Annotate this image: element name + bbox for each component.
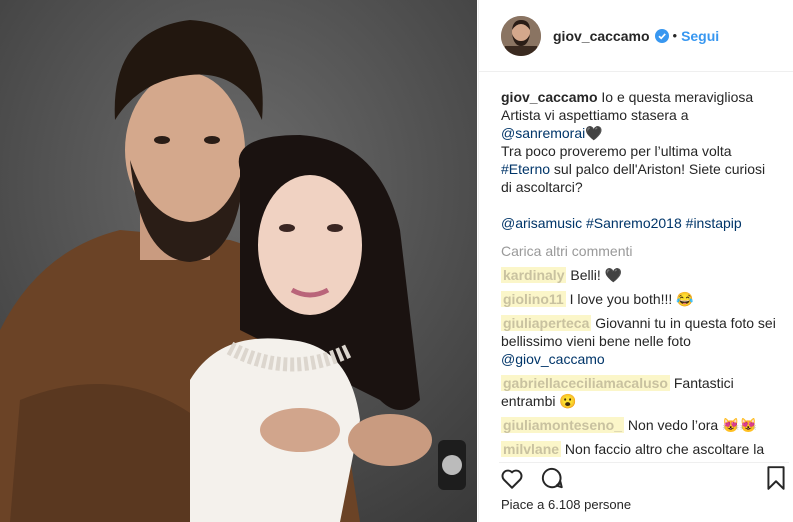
action-bar bbox=[499, 462, 789, 493]
load-more-comments-button[interactable]: Carica altri commenti bbox=[501, 242, 784, 260]
mention-link[interactable]: @sanremorai bbox=[501, 125, 585, 141]
separator-dot: • bbox=[672, 28, 678, 43]
avatar[interactable] bbox=[501, 15, 541, 56]
follow-button[interactable]: Segui bbox=[681, 28, 719, 44]
comment-item: giuliaperteca Giovanni tu in questa foto… bbox=[501, 314, 784, 368]
caption-text: di ascoltarci? bbox=[501, 179, 583, 195]
comment-item: gabriellaceciliamacaluso Fantastici entr… bbox=[501, 374, 784, 410]
post-photo[interactable] bbox=[0, 0, 477, 522]
comment-text: Non faccio altro che ascoltare la bbox=[561, 441, 765, 457]
comment-username[interactable]: giuliaperteca bbox=[501, 315, 592, 331]
comment-item: milvlane Non faccio altro che ascoltare … bbox=[501, 440, 784, 458]
hashtag-link[interactable]: #Eterno bbox=[501, 161, 550, 177]
caption-text: Io e questa meravigliosa bbox=[597, 89, 754, 105]
comment-item: giolino11 I love you both!!! 😂 bbox=[501, 290, 784, 308]
post-caption: giov_caccamo Io e questa meravigliosa Ar… bbox=[501, 88, 784, 232]
comment-username[interactable]: giuliamonteseno_ bbox=[501, 417, 625, 433]
caption-text: Artista vi aspettiamo stasera a bbox=[501, 107, 689, 123]
caption-text: Tra poco proveremo per l’ultima volta bbox=[501, 143, 732, 159]
comments-list[interactable]: giov_caccamo Io e questa meravigliosa Ar… bbox=[501, 80, 784, 458]
caption-username[interactable]: giov_caccamo bbox=[501, 89, 598, 105]
comment-icon[interactable] bbox=[539, 465, 565, 496]
comment-text: I love you both!!! 😂 bbox=[565, 291, 694, 307]
mention-link[interactable]: @giov_caccamo bbox=[501, 351, 605, 367]
hashtag-link[interactable]: #Sanremo2018 bbox=[586, 215, 682, 231]
post-side-panel: giov_caccamo • Segui giov_caccamo Io e q… bbox=[478, 0, 793, 522]
verified-icon bbox=[654, 28, 669, 43]
mention-link[interactable]: @arisamusic bbox=[501, 215, 582, 231]
hashtag-link[interactable]: #instapip bbox=[686, 215, 742, 231]
likes-count[interactable]: Piace a 6.108 persone bbox=[501, 497, 631, 512]
heart-icon[interactable] bbox=[499, 465, 525, 496]
comment-text: Non vedo l’ora 😻😻 bbox=[624, 417, 757, 433]
comment-text: Belli! 🖤 bbox=[566, 267, 623, 283]
bookmark-icon[interactable] bbox=[765, 465, 787, 496]
caption-text: sul palco dell'Ariston! Siete curiosi bbox=[550, 161, 766, 177]
comment-item: kardinaly Belli! 🖤 bbox=[501, 266, 784, 284]
comment-username[interactable]: milvlane bbox=[501, 441, 562, 457]
comment-username[interactable]: gabriellaceciliamacaluso bbox=[501, 375, 670, 391]
comment-username[interactable]: giolino11 bbox=[501, 291, 566, 307]
couple-photo-illustration bbox=[0, 0, 477, 522]
comment-username[interactable]: kardinaly bbox=[501, 267, 567, 283]
comment-item: giuliamonteseno_ Non vedo l’ora 😻😻 bbox=[501, 416, 784, 434]
header-username[interactable]: giov_caccamo bbox=[553, 28, 650, 44]
caption-emoji: 🖤 bbox=[585, 125, 603, 141]
post-header: giov_caccamo • Segui bbox=[479, 0, 793, 72]
avatar-image bbox=[501, 15, 541, 56]
